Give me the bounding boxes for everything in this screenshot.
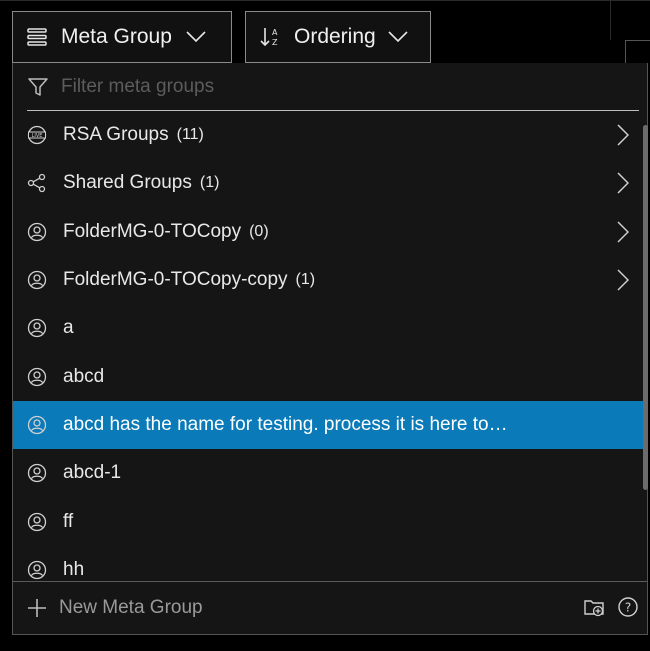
list-item[interactable]: Shared Groups (1)	[13, 159, 643, 207]
item-label: abcd has the name for testing. process i…	[63, 413, 508, 435]
item-label: abcd	[63, 365, 105, 387]
svg-text:Z: Z	[272, 38, 278, 47]
list-item[interactable]: LIVE RSA Groups (11)	[13, 111, 643, 159]
meta-group-label: Meta Group	[61, 25, 172, 48]
live-icon: LIVE	[25, 123, 49, 147]
background-divider	[610, 0, 611, 40]
filter-input[interactable]	[61, 76, 601, 98]
item-label: RSA Groups	[63, 124, 169, 146]
new-meta-group-button[interactable]: New Meta Group	[27, 597, 203, 619]
user-icon	[25, 510, 49, 534]
user-icon	[25, 558, 49, 582]
list-item[interactable]: FolderMG-0-TOCopy-copy (1)	[13, 256, 643, 304]
item-count: (11)	[176, 126, 204, 144]
filter-row	[13, 63, 641, 111]
user-icon	[25, 268, 49, 292]
background-divider	[0, 0, 650, 1]
list-item[interactable]: abcd	[13, 352, 643, 400]
plus-icon	[28, 599, 46, 617]
sort-icon: A Z	[260, 28, 278, 47]
share-icon	[25, 171, 49, 195]
user-icon	[25, 413, 49, 437]
svg-text:LIVE: LIVE	[32, 133, 43, 139]
user-icon	[25, 365, 49, 389]
user-icon	[25, 316, 49, 340]
background-divider	[625, 40, 650, 41]
new-meta-group-label: New Meta Group	[59, 597, 203, 618]
meta-group-button[interactable]: Meta Group	[12, 11, 232, 63]
svg-text:A: A	[272, 28, 278, 37]
filter-icon	[28, 78, 48, 96]
chevron-right-icon[interactable]	[617, 221, 630, 249]
list-item[interactable]: FolderMG-0-TOCopy (0)	[13, 208, 643, 256]
item-label: FolderMG-0-TOCopy	[63, 220, 242, 242]
dropdown-footer: New Meta Group ?	[13, 581, 647, 634]
user-icon	[25, 220, 49, 244]
chevron-right-icon[interactable]	[617, 124, 630, 152]
meta-group-list: LIVE RSA Groups (11) Shared Groups (1) Folder…	[13, 111, 643, 594]
chevron-right-icon[interactable]	[617, 269, 630, 297]
ordering-button[interactable]: A Z Ordering	[245, 11, 431, 63]
item-count: (1)	[295, 271, 316, 289]
svg-text:?: ?	[625, 601, 631, 615]
chevron-down-icon	[388, 31, 408, 43]
footer-icons: ?	[583, 596, 639, 618]
item-count: (1)	[199, 174, 220, 192]
chevron-right-icon[interactable]	[617, 172, 630, 200]
ordering-label: Ordering	[294, 25, 376, 48]
list-item[interactable]: abcd has the name for testing. process i…	[13, 400, 643, 450]
list-item[interactable]: a	[13, 304, 643, 352]
new-folder-icon[interactable]	[583, 596, 605, 618]
user-icon	[25, 461, 49, 485]
item-label: Shared Groups	[63, 172, 192, 194]
list-item[interactable]: ff	[13, 497, 643, 545]
background-divider	[625, 40, 626, 65]
item-label: abcd-1	[63, 462, 122, 484]
item-label: a	[63, 317, 74, 339]
list-icon	[27, 28, 47, 46]
item-count: (0)	[249, 222, 269, 240]
list-item[interactable]: abcd-1	[13, 449, 643, 497]
item-label: ff	[63, 510, 74, 532]
meta-group-dropdown: LIVERSA Groups(11)Shared Groups(1)Folder…	[12, 63, 648, 635]
item-label: hh	[63, 558, 85, 580]
scrollbar[interactable]	[643, 125, 648, 490]
chevron-down-icon	[186, 31, 206, 43]
item-label: FolderMG-0-TOCopy-copy	[63, 269, 288, 291]
help-icon[interactable]: ?	[617, 596, 639, 618]
